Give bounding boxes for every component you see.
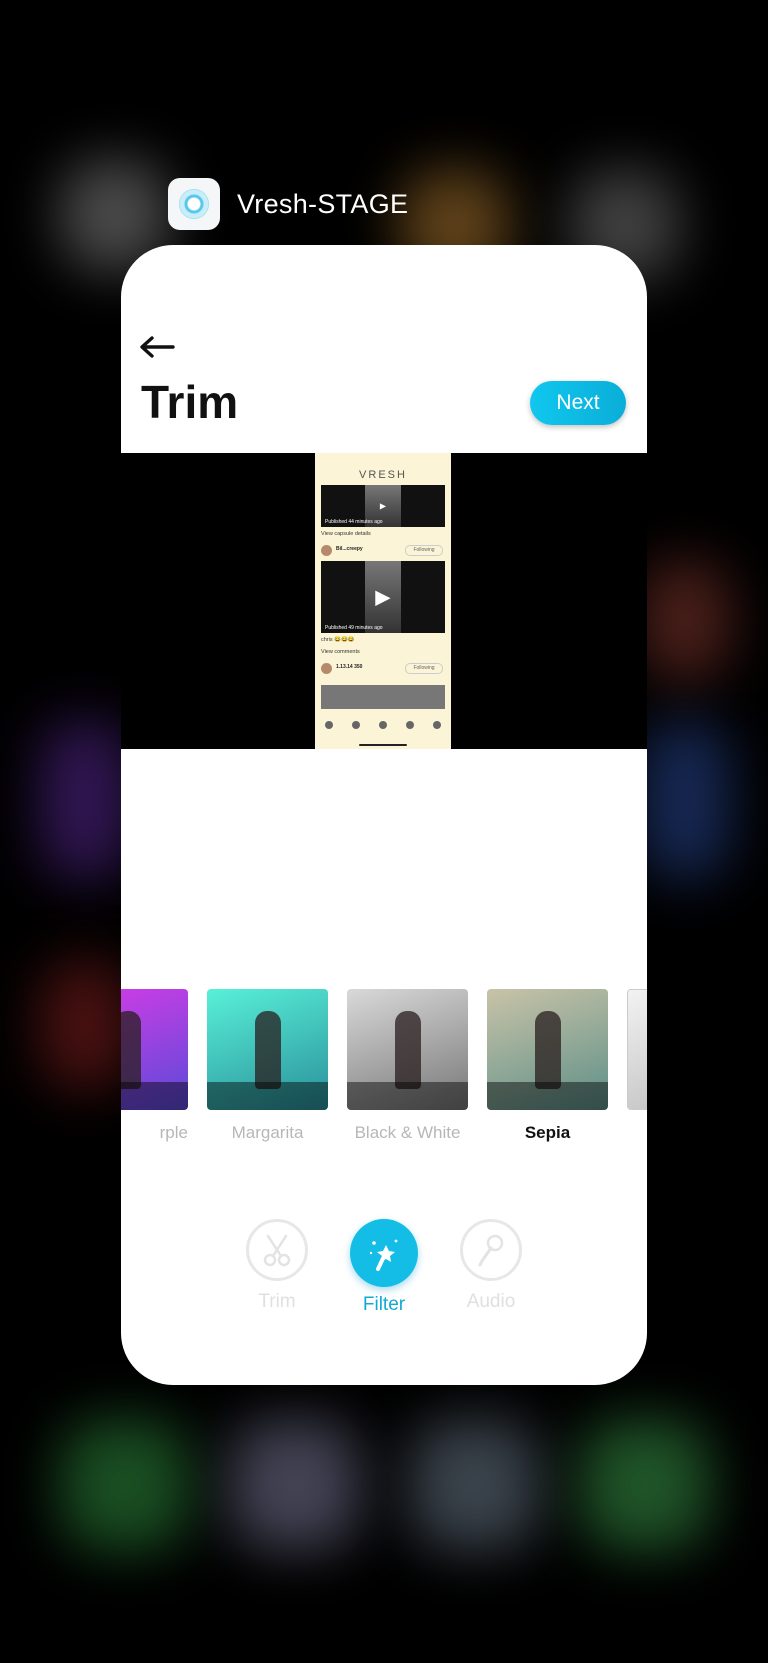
- vresh-logo-icon: [179, 189, 209, 219]
- magic-wand-icon: [369, 1239, 398, 1271]
- scissors-icon: [263, 1234, 291, 1267]
- preview-follow-1: Following: [405, 545, 443, 556]
- filter-sketch[interactable]: [627, 989, 647, 1123]
- filter-black-white[interactable]: Black & White: [347, 989, 468, 1143]
- filter-label: rple: [159, 1123, 188, 1142]
- preview-follow-2: Following: [405, 663, 443, 674]
- tool-trim[interactable]: Trim: [243, 1219, 311, 1313]
- app-icon[interactable]: [168, 178, 220, 230]
- tool-audio-label: Audio: [466, 1291, 516, 1312]
- filter-purple[interactable]: rple: [121, 989, 188, 1143]
- preview-video-3: [321, 685, 445, 709]
- preview-link-1: View capsule details: [321, 531, 371, 537]
- video-preview[interactable]: VRESH ▶ Published 44 minutes ago View ca…: [121, 453, 647, 749]
- preview-link-2: View comments: [321, 649, 360, 655]
- filter-label: Sepia: [524, 1123, 571, 1142]
- filter-thumbnail: [207, 989, 328, 1110]
- next-button[interactable]: Next: [530, 381, 626, 425]
- tool-filter-label: Filter: [362, 1294, 406, 1315]
- tool-filter[interactable]: Filter: [350, 1219, 418, 1316]
- preview-user-2: 1.13.14 350 Following: [321, 663, 445, 675]
- filter-thumbnail: [627, 989, 647, 1110]
- preview-user-1: Bil...creepy Following: [321, 545, 445, 557]
- filter-sepia[interactable]: Sepia: [487, 989, 608, 1143]
- microphone-icon: [478, 1234, 504, 1267]
- preview-comment: chris 😂😂😂: [321, 637, 355, 643]
- preview-username-2: 1.13.14 350: [336, 664, 363, 670]
- preview-video-1: ▶ Published 44 minutes ago: [321, 485, 445, 527]
- filter-thumbnail: [487, 989, 608, 1110]
- filter-thumbnail: [121, 989, 188, 1110]
- filter-label: Black & White: [354, 1123, 461, 1142]
- filter-margarita[interactable]: Margarita: [207, 989, 328, 1143]
- app-name: Vresh-STAGE: [237, 188, 409, 219]
- app-switcher-header[interactable]: Vresh-STAGE: [168, 178, 408, 230]
- tool-audio-button[interactable]: [460, 1219, 522, 1281]
- preview-video-2: ▶ Published 49 minutes ago: [321, 561, 445, 633]
- back-arrow-icon[interactable]: [139, 335, 175, 359]
- page-title: Trim: [141, 376, 239, 428]
- preview-caption-1: Published 44 minutes ago: [325, 519, 383, 525]
- filter-label: Margarita: [231, 1123, 304, 1142]
- filter-thumbnail: [347, 989, 468, 1110]
- tool-trim-label: Trim: [258, 1291, 296, 1312]
- filter-carousel[interactable]: rple Margarita Black & White Sepia: [121, 989, 647, 1149]
- tool-trim-button[interactable]: [246, 1219, 308, 1281]
- preview-brand: VRESH: [359, 469, 407, 481]
- tool-audio[interactable]: Audio: [457, 1219, 525, 1313]
- app-card[interactable]: Trim Next VRESH ▶ Published 44 minutes a…: [121, 245, 647, 1385]
- preview-username-1: Bil...creepy: [336, 546, 363, 552]
- preview-tabbar: [315, 713, 451, 737]
- preview-frame: VRESH ▶ Published 44 minutes ago View ca…: [315, 453, 451, 749]
- preview-caption-2: Published 49 minutes ago: [325, 625, 383, 631]
- tool-filter-button[interactable]: [350, 1219, 418, 1287]
